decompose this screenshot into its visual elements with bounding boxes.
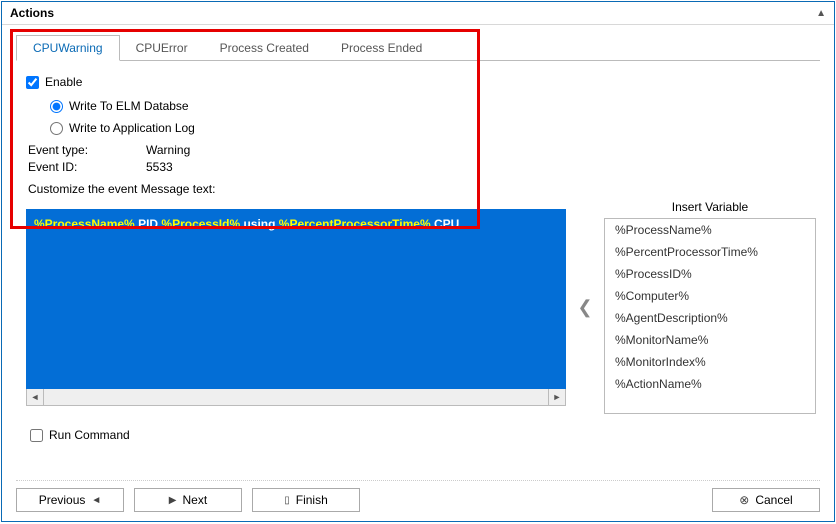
event-id-value: 5533 [146,160,816,174]
message-wrap: %ProcessName% PID %ProcessId% using %Per… [26,209,566,406]
enable-label: Enable [45,75,82,89]
enable-checkbox-row[interactable]: Enable [26,75,816,89]
radio-applog-label: Write to Application Log [69,121,195,135]
insert-variable-title: Insert Variable [604,200,816,214]
variable-item[interactable]: %MonitorIndex% [605,351,815,373]
variable-list[interactable]: %ProcessName%%PercentProcessorTime%%Proc… [604,218,816,414]
wizard-buttons: Previous ◄ ▶ Next ▯ Finish ⊗ Cancel [16,480,820,512]
scroll-left-icon[interactable]: ◄ [27,389,44,405]
variable-item[interactable]: %ProcessID% [605,263,815,285]
tab-process-created[interactable]: Process Created [204,36,325,60]
actions-panel: Actions ▲ CPUWarning CPUError Process Cr… [1,1,835,522]
finish-label: Finish [296,493,328,507]
event-id-label: Event ID: [28,160,128,174]
panel-title: Actions [10,6,54,20]
finish-button[interactable]: ▯ Finish [252,488,360,512]
previous-button[interactable]: Previous ◄ [16,488,124,512]
variable-item[interactable]: %PercentProcessorTime% [605,241,815,263]
button-spacer [370,488,702,512]
run-command-row[interactable]: Run Command [30,428,816,442]
variable-panel: Insert Variable %ProcessName%%PercentPro… [604,200,816,414]
message-text: CPU [431,217,460,231]
customize-label: Customize the event Message text: [28,182,816,196]
message-text: PID [135,217,162,231]
panel-content: CPUWarning CPUError Process Created Proc… [2,25,834,520]
variable-item[interactable]: %ActionName% [605,373,815,395]
run-command-checkbox[interactable] [30,429,43,442]
tab-cpuerror[interactable]: CPUError [120,36,204,60]
previous-icon: ◄ [91,495,101,506]
message-variable: %PercentProcessorTime% [279,217,431,231]
message-editor-row: %ProcessName% PID %ProcessId% using %Per… [26,200,816,414]
cancel-button[interactable]: ⊗ Cancel [712,488,820,512]
radio-applog-row[interactable]: Write to Application Log [50,121,816,135]
event-info-grid: Event type: Warning Event ID: 5533 [28,143,816,174]
event-type-value: Warning [146,143,816,157]
horizontal-scrollbar[interactable]: ◄ ► [26,389,566,406]
form-area: Enable Write To ELM Databse Write to App… [16,61,820,444]
finish-icon: ▯ [284,495,290,506]
event-type-label: Event type: [28,143,128,157]
scroll-right-icon[interactable]: ► [548,389,565,405]
write-target-group: Write To ELM Databse Write to Applicatio… [26,99,816,135]
enable-checkbox[interactable] [26,76,39,89]
next-button[interactable]: ▶ Next [134,488,242,512]
radio-elm-label: Write To ELM Databse [69,99,189,113]
collapse-icon[interactable]: ▲ [816,8,826,19]
radio-elm-row[interactable]: Write To ELM Databse [50,99,816,113]
cancel-icon: ⊗ [739,493,749,507]
variable-item[interactable]: %MonitorName% [605,329,815,351]
variable-item[interactable]: %AgentDescription% [605,307,815,329]
next-icon: ▶ [169,495,177,506]
scroll-track[interactable] [44,389,548,405]
message-text: using [240,217,279,231]
run-command-label: Run Command [49,428,130,442]
previous-label: Previous [39,493,86,507]
variable-item[interactable]: %ProcessName% [605,219,815,241]
cancel-label: Cancel [755,493,792,507]
radio-applog[interactable] [50,122,63,135]
variable-item[interactable]: %Computer% [605,285,815,307]
message-variable: %ProcessName% [34,217,135,231]
tabs-row: CPUWarning CPUError Process Created Proc… [16,35,820,61]
message-textbox[interactable]: %ProcessName% PID %ProcessId% using %Per… [26,209,566,389]
tab-process-ended[interactable]: Process Ended [325,36,438,60]
tab-cpuwarning[interactable]: CPUWarning [16,35,120,61]
radio-elm[interactable] [50,100,63,113]
message-variable: %ProcessId% [161,217,240,231]
insert-variable-arrow-icon[interactable]: ❮ [574,297,596,318]
panel-header: Actions ▲ [2,2,834,25]
next-label: Next [183,493,208,507]
